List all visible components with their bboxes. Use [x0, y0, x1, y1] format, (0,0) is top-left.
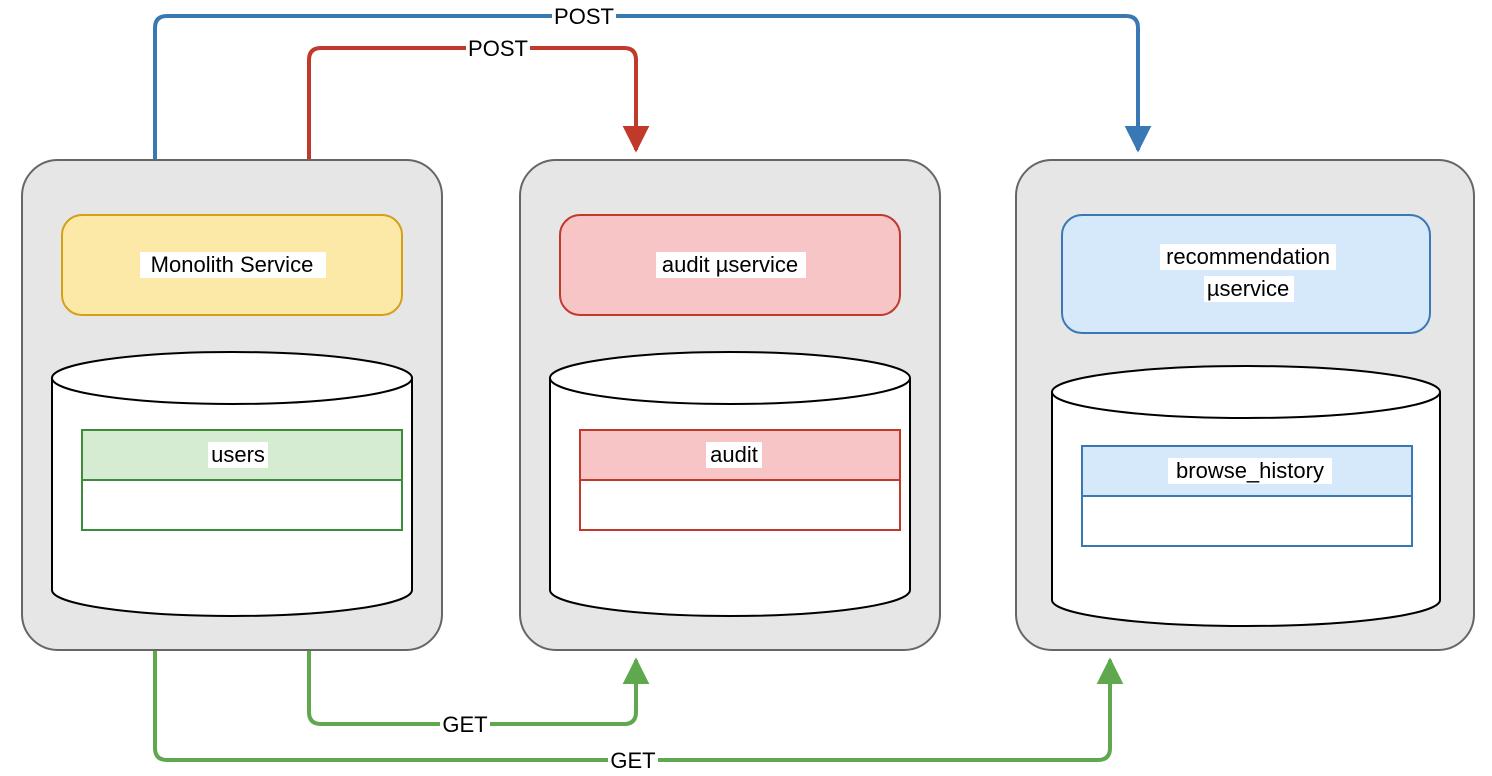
- browse-history-table-label: browse_history: [1176, 458, 1324, 483]
- monolith-service-box: Monolith Service: [62, 215, 402, 315]
- users-table-label: users: [211, 442, 265, 467]
- edge-post-blue-label: POST: [554, 4, 614, 29]
- audit-container: audit µservice audit: [520, 160, 940, 650]
- reco-service-label-2: µservice: [1207, 276, 1289, 301]
- edge-post-blue: [155, 16, 1138, 160]
- reco-service-label-1: recommendation: [1166, 244, 1330, 269]
- audit-service-box: audit µservice: [560, 215, 900, 315]
- edge-get-reco-label: GET: [610, 748, 655, 773]
- edge-post-red: [309, 48, 636, 160]
- audit-service-label: audit µservice: [662, 252, 798, 277]
- monolith-container: Monolith Service users: [22, 160, 442, 650]
- reco-container: recommendation µservice browse_history: [1016, 160, 1474, 650]
- edge-post-red-label: POST: [468, 36, 528, 61]
- monolith-service-label: Monolith Service: [151, 252, 314, 277]
- monolith-db: users: [52, 352, 412, 616]
- audit-table-label: audit: [710, 442, 758, 467]
- users-table: users: [82, 430, 402, 530]
- edge-get-audit-label: GET: [442, 712, 487, 737]
- reco-service-box: recommendation µservice: [1062, 215, 1430, 333]
- architecture-diagram: Monolith Service users audit µservice: [0, 0, 1492, 776]
- reco-db: browse_history: [1052, 366, 1440, 626]
- edge-get-reco: [155, 650, 1110, 760]
- browse-history-table: browse_history: [1082, 446, 1412, 546]
- audit-table: audit: [580, 430, 900, 530]
- audit-db: audit: [550, 352, 910, 616]
